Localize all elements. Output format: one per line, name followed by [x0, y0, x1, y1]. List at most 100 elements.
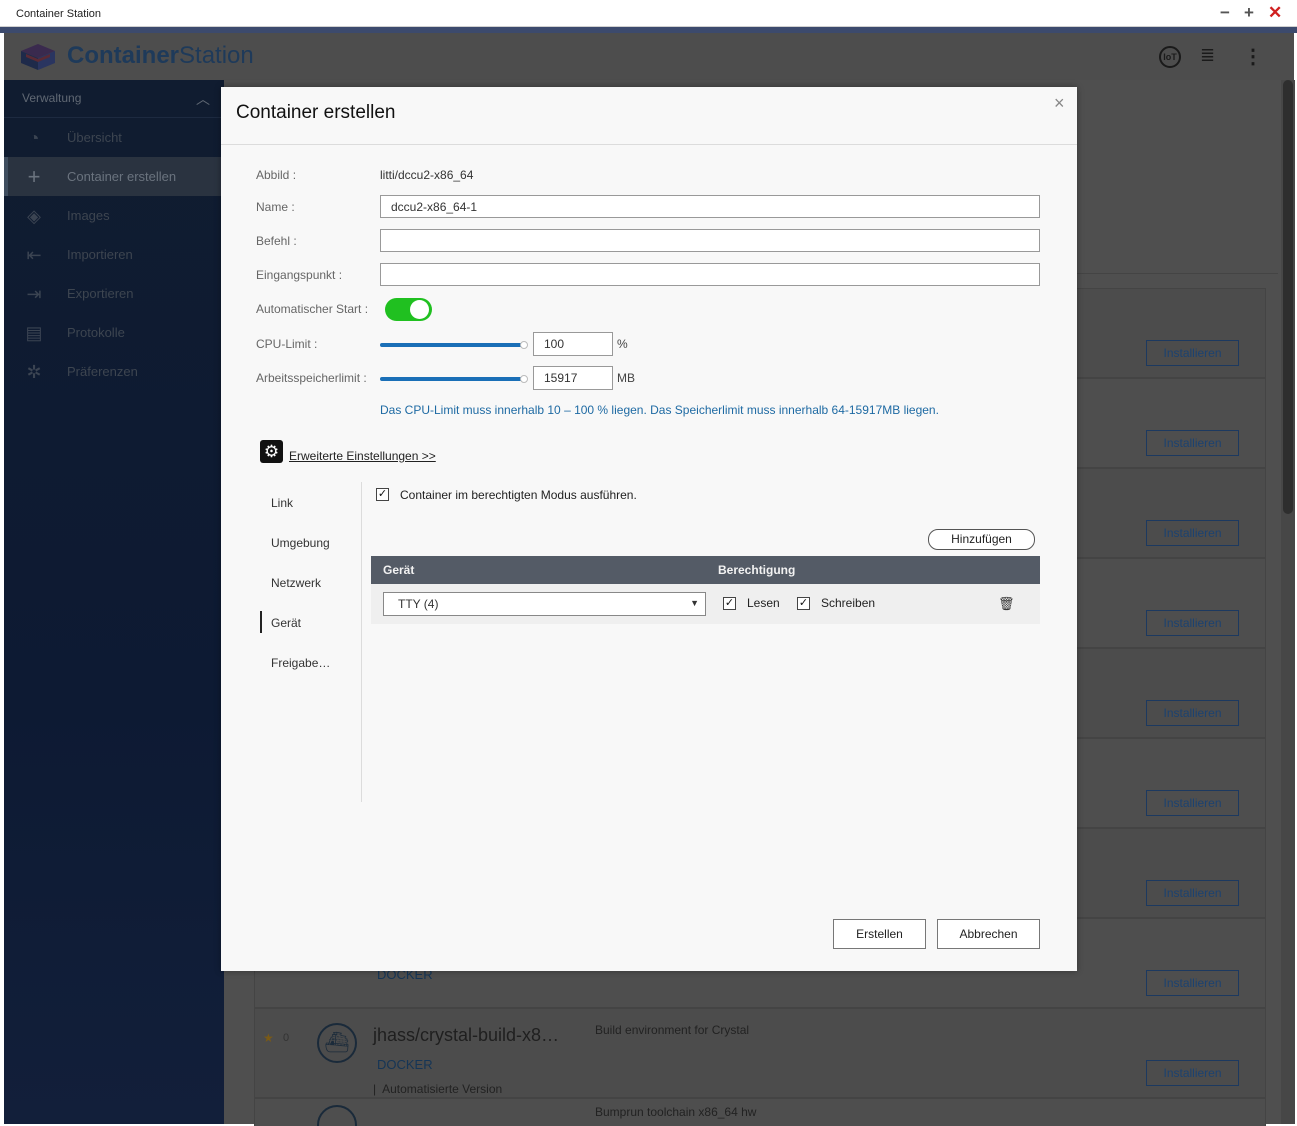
- limits-hint: Das CPU-Limit muss innerhalb 10 – 100 % …: [380, 403, 939, 417]
- device-table-header: Gerät Berechtigung: [371, 556, 1040, 584]
- scrollbar-thumb[interactable]: [1283, 80, 1293, 514]
- import-icon: ⇤: [26, 245, 42, 265]
- gear-icon: ✲: [26, 362, 42, 382]
- create-container-dialog: Container erstellen × Abbild : litti/dcc…: [221, 87, 1077, 971]
- dropdown-arrow-icon: ▼: [690, 598, 699, 608]
- star-count: 0: [283, 1032, 290, 1044]
- cancel-button[interactable]: Abbrechen: [937, 919, 1040, 949]
- close-window-button[interactable]: ✕: [1268, 3, 1282, 23]
- toggle-knob: [410, 300, 429, 319]
- sidebar-item-label: Importieren: [67, 247, 133, 262]
- export-icon: ⇥: [26, 284, 42, 304]
- write-permission-checkbox[interactable]: ✓: [797, 597, 810, 610]
- image-name[interactable]: jhass/crystal-build-x8…: [373, 1025, 559, 1046]
- source-label[interactable]: DOCKER: [377, 1057, 433, 1072]
- install-button[interactable]: Installieren: [1146, 610, 1239, 636]
- more-menu-icon[interactable]: ⋮: [1243, 44, 1263, 69]
- entrypoint-label: Eingangspunkt :: [256, 268, 343, 282]
- name-label: Name :: [256, 200, 295, 214]
- device-select[interactable]: TTY (4) ▼: [383, 592, 706, 616]
- install-button[interactable]: Installieren: [1146, 700, 1239, 726]
- sidebar-item-praeferenzen[interactable]: ✲ Präferenzen: [4, 352, 224, 391]
- window-title: Container Station: [16, 8, 101, 20]
- read-permission-label: Lesen: [747, 596, 780, 610]
- tab-geraet[interactable]: Gerät: [259, 611, 301, 633]
- sidebar-item-label: Container erstellen: [67, 169, 177, 184]
- slider-thumb[interactable]: [520, 375, 528, 383]
- image-description: Build environment for Crystal: [595, 1023, 750, 1037]
- docker-avatar-icon: [317, 1105, 357, 1126]
- install-button[interactable]: Installieren: [1146, 430, 1239, 456]
- sidebar-item-uebersicht[interactable]: ◔ Übersicht: [4, 118, 224, 157]
- sidebar-item-exportieren[interactable]: ⇥ Exportieren: [4, 274, 224, 313]
- star-icon: ★: [263, 1031, 274, 1045]
- gauge-icon: ◔: [28, 128, 40, 148]
- autostart-label: Automatischer Start :: [256, 302, 369, 316]
- sidebar-section-verwaltung[interactable]: Verwaltung ︿: [4, 80, 224, 118]
- privileged-mode-checkbox[interactable]: ✓: [376, 488, 389, 501]
- write-permission-label: Schreiben: [821, 596, 876, 610]
- add-device-button[interactable]: Hinzufügen: [928, 529, 1035, 550]
- sidebar-item-label: Images: [67, 208, 110, 223]
- memory-limit-input[interactable]: [533, 366, 613, 390]
- document-icon: ▤: [25, 323, 43, 343]
- image-description: Bumprun toolchain x86_64 hw: [595, 1105, 757, 1119]
- name-input[interactable]: [380, 195, 1040, 218]
- column-header-permission: Berechtigung: [718, 563, 796, 577]
- image-label: Abbild :: [256, 168, 297, 182]
- cpu-limit-input[interactable]: [533, 332, 613, 356]
- sidebar-item-label: Präferenzen: [67, 364, 138, 379]
- sidebar-section-label: Verwaltung: [22, 91, 82, 105]
- column-header-device: Gerät: [383, 563, 415, 577]
- minimize-button[interactable]: −: [1220, 3, 1230, 23]
- install-button[interactable]: Installieren: [1146, 970, 1239, 996]
- sidebar-item-label: Übersicht: [67, 130, 122, 145]
- window-titlebar: Container Station − + ✕: [0, 0, 1297, 27]
- dialog-divider: [221, 144, 1077, 145]
- stack-icon[interactable]: ≣: [1200, 45, 1215, 66]
- install-button[interactable]: Installieren: [1146, 790, 1239, 816]
- container-station-logo-icon: [21, 44, 55, 70]
- install-button[interactable]: Installieren: [1146, 340, 1239, 366]
- layers-icon: ◈: [27, 206, 41, 226]
- sidebar-item-importieren[interactable]: ⇤ Importieren: [4, 235, 224, 274]
- sidebar-item-protokolle[interactable]: ▤ Protokolle: [4, 313, 224, 352]
- sidebar-item-container-erstellen[interactable]: + Container erstellen: [4, 157, 224, 196]
- settings-gear-icon[interactable]: ⚙: [260, 440, 283, 463]
- cpu-limit-slider[interactable]: [380, 341, 528, 349]
- autostart-toggle[interactable]: [385, 298, 432, 321]
- device-table-row: TTY (4) ▼ ✓ Lesen ✓ Schreiben 🗑: [371, 584, 1040, 624]
- device-select-value: TTY (4): [398, 597, 439, 611]
- container-station-window: Container Station − + ✕ ContainerStation…: [0, 0, 1297, 1126]
- tab-freigabe[interactable]: Freigabe…: [271, 656, 330, 670]
- brand-bold: Container: [67, 42, 180, 69]
- docker-avatar-icon: ⛴: [317, 1023, 357, 1063]
- chevron-up-icon[interactable]: ︿: [196, 89, 210, 109]
- dialog-title: Container erstellen: [236, 102, 396, 123]
- plus-icon: +: [27, 164, 41, 189]
- iot-icon[interactable]: IoT: [1159, 46, 1181, 68]
- maximize-button[interactable]: +: [1244, 3, 1254, 23]
- app-header: ContainerStation IoT ≣ ⋮: [4, 33, 1294, 80]
- tab-umgebung[interactable]: Umgebung: [271, 536, 330, 550]
- advanced-settings-link[interactable]: Erweiterte Einstellungen >>: [289, 449, 436, 463]
- install-button[interactable]: Installieren: [1146, 1060, 1239, 1086]
- sidebar-item-images[interactable]: ◈ Images: [4, 196, 224, 235]
- tab-netzwerk[interactable]: Netzwerk: [271, 576, 321, 590]
- memory-limit-slider[interactable]: [380, 375, 528, 383]
- trash-icon[interactable]: 🗑: [998, 596, 1015, 612]
- sidebar-item-label: Exportieren: [67, 286, 134, 301]
- install-button[interactable]: Installieren: [1146, 520, 1239, 546]
- entrypoint-input[interactable]: [380, 263, 1040, 286]
- command-input[interactable]: [380, 229, 1040, 252]
- sidebar: Verwaltung ︿ ◔ Übersicht + Container ers…: [4, 80, 224, 1124]
- tab-link[interactable]: Link: [271, 496, 293, 510]
- slider-thumb[interactable]: [520, 341, 528, 349]
- cpu-unit: %: [617, 337, 628, 351]
- cpu-limit-label: CPU-Limit :: [256, 337, 318, 351]
- create-button[interactable]: Erstellen: [833, 919, 926, 949]
- privileged-mode-label: Container im berechtigten Modus ausführe…: [400, 488, 637, 502]
- read-permission-checkbox[interactable]: ✓: [723, 597, 736, 610]
- close-icon[interactable]: ×: [1054, 93, 1065, 114]
- install-button[interactable]: Installieren: [1146, 880, 1239, 906]
